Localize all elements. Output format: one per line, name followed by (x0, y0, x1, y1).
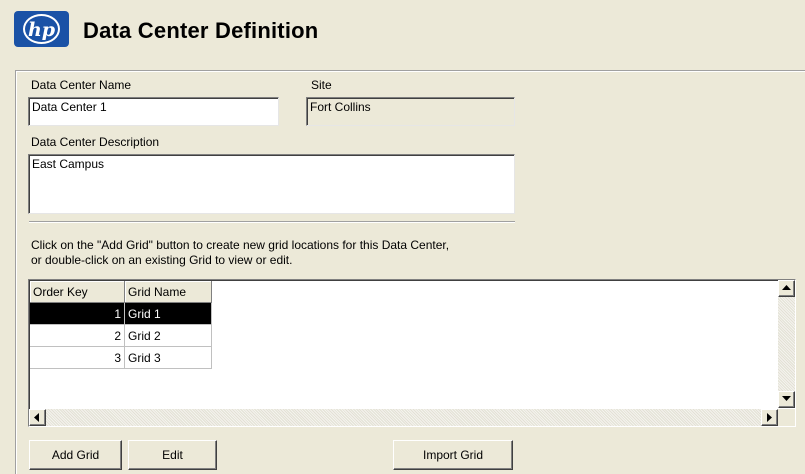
edit-button[interactable]: Edit (128, 440, 217, 470)
data-center-name-field[interactable]: Data Center 1 (28, 97, 279, 126)
site-label: Site (311, 78, 332, 92)
hp-logo: hp (14, 11, 69, 47)
scroll-right-button[interactable] (761, 409, 778, 426)
header: hp Data Center Definition (0, 0, 805, 62)
scroll-up-button[interactable] (778, 280, 795, 297)
scroll-left-button[interactable] (29, 409, 46, 426)
hp-logo-icon: hp (28, 19, 56, 41)
data-center-description-label: Data Center Description (31, 135, 160, 149)
table-row[interactable]: 3 Grid 3 (30, 346, 212, 369)
hp-logo-text: hp (28, 19, 56, 41)
instructions-line-2: or double-click on an existing Grid to v… (31, 253, 293, 267)
column-header-grid-name[interactable]: Grid Name (124, 281, 212, 303)
data-center-name-label: Data Center Name (31, 78, 132, 92)
divider (29, 221, 515, 223)
vertical-scrollbar[interactable] (778, 280, 795, 408)
arrow-left-icon (34, 413, 39, 422)
grid-name-cell: Grid 1 (124, 302, 212, 325)
horizontal-scrollbar[interactable] (29, 409, 778, 426)
column-header-order-key[interactable]: Order Key (30, 281, 125, 303)
scroll-down-button[interactable] (778, 391, 795, 408)
instructions-text: Click on the "Add Grid" button to create… (31, 238, 551, 268)
arrow-right-icon (767, 413, 772, 422)
order-key-cell: 1 (30, 302, 125, 325)
import-grid-button[interactable]: Import Grid (393, 440, 513, 470)
page-title: Data Center Definition (83, 18, 319, 43)
add-grid-button[interactable]: Add Grid (29, 440, 122, 470)
instructions-line-1: Click on the "Add Grid" button to create… (31, 238, 450, 252)
arrow-down-icon (782, 396, 791, 401)
arrow-up-icon (782, 285, 791, 290)
order-key-cell: 3 (30, 346, 125, 369)
grid-table: Order Key Grid Name 1 Grid 1 2 Grid 2 3 … (30, 281, 212, 369)
data-center-description-field[interactable]: East Campus (28, 154, 515, 214)
grid-name-cell: Grid 3 (124, 346, 212, 369)
grid-list[interactable]: Order Key Grid Name 1 Grid 1 2 Grid 2 3 … (28, 279, 796, 427)
scrollbar-corner (778, 409, 795, 426)
order-key-cell: 2 (30, 324, 125, 347)
table-row[interactable]: 1 Grid 1 (30, 302, 212, 325)
table-row[interactable]: 2 Grid 2 (30, 324, 212, 347)
site-field: Fort Collins (306, 97, 515, 126)
grid-name-cell: Grid 2 (124, 324, 212, 347)
